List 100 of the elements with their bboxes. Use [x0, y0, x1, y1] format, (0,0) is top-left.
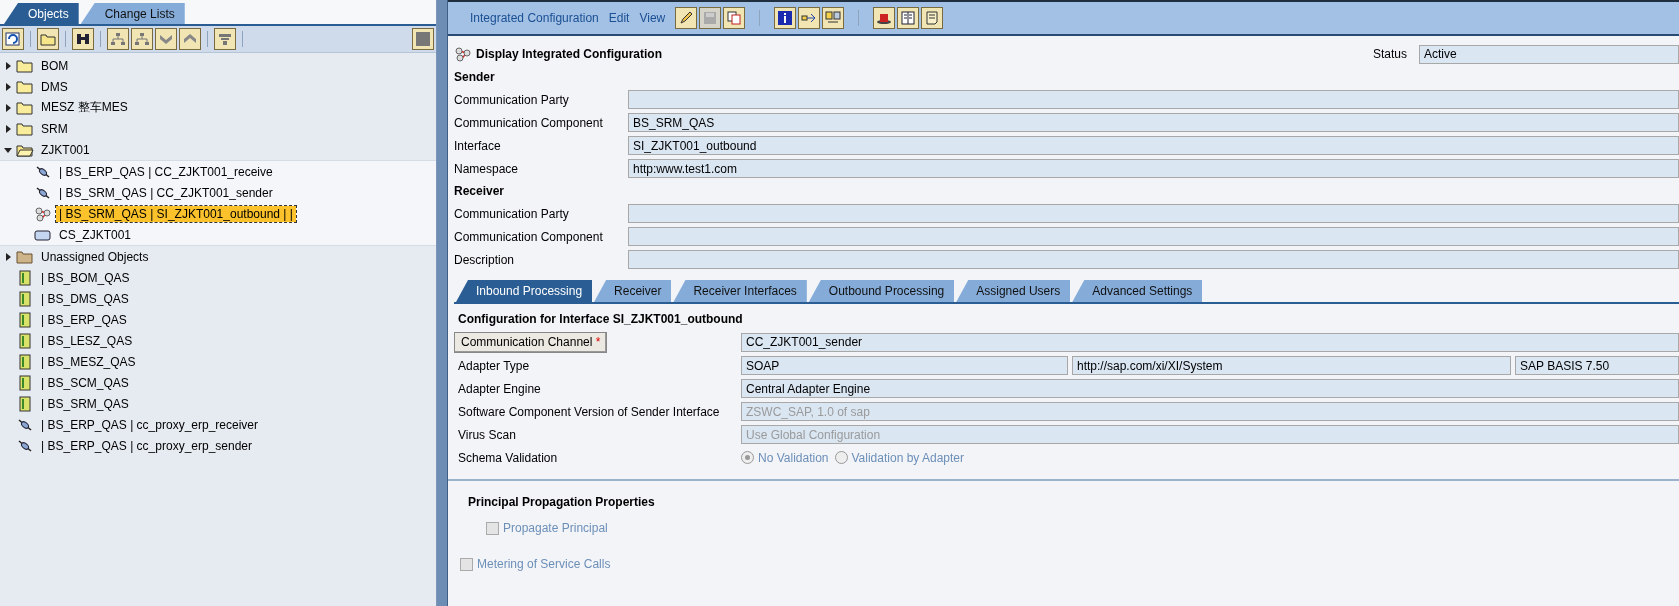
- field-label: Schema Validation: [457, 450, 559, 465]
- tab[interactable]: Inbound Processing: [456, 280, 593, 302]
- caret-right-icon[interactable]: [4, 82, 12, 91]
- field-label: Status: [1372, 47, 1407, 61]
- toolbar-button[interactable]: [72, 28, 94, 50]
- text-field[interactable]: [628, 250, 1679, 269]
- field-label: Adapter Type: [457, 358, 531, 373]
- text-field[interactable]: BS_SRM_QAS: [628, 113, 1679, 132]
- tree-item[interactable]: ZJKT001: [38, 141, 93, 158]
- field-label: Interface: [454, 138, 502, 153]
- field-label: Communication Component: [454, 115, 604, 130]
- menu-item[interactable]: Edit: [608, 11, 630, 25]
- checkbox-label: Metering of Service Calls: [477, 557, 611, 571]
- folder-icon: [16, 57, 34, 74]
- scroll-icon: [924, 10, 941, 26]
- field-label: Communication Component: [454, 229, 604, 244]
- folder-icon: [40, 31, 56, 47]
- field-label: Communication Party: [454, 92, 570, 107]
- stop-button[interactable]: [412, 28, 434, 50]
- filter-icon: [217, 31, 233, 47]
- linked-spheres-icon: [454, 46, 472, 62]
- hierarchy-icon: [134, 31, 150, 47]
- text-field[interactable]: [628, 90, 1679, 109]
- toolbar-button[interactable]: [774, 7, 797, 29]
- panel-tab[interactable]: Change Lists: [80, 3, 185, 24]
- menu-item[interactable]: Integrated Configuration: [470, 11, 599, 25]
- caret-right-icon[interactable]: [4, 103, 12, 112]
- server-icon: [16, 395, 34, 412]
- server-icon: [16, 374, 34, 391]
- plug-icon: [34, 163, 52, 180]
- tree-item[interactable]: | BS_ERP_QAS | CC_ZJKT001_receive: [56, 163, 276, 180]
- radio-label: No Validation: [758, 450, 829, 465]
- refresh-icon: [5, 31, 21, 47]
- field-label: Communication Party: [454, 206, 570, 221]
- toolbar-button[interactable]: [798, 7, 821, 29]
- status-field: Active: [1419, 44, 1679, 64]
- server-icon: [16, 290, 34, 307]
- field-label: Description: [454, 252, 516, 267]
- text-field[interactable]: http:www.test1.com: [628, 159, 1679, 178]
- page-title: Display Integrated Configuration: [476, 47, 662, 61]
- text-field[interactable]: CC_ZJKT001_sender: [741, 332, 1679, 352]
- tree-item[interactable]: | BS_SCM_QAS: [38, 374, 132, 391]
- text-field[interactable]: SAP BASIS 7.50: [1515, 356, 1679, 375]
- compare-icon: [825, 10, 842, 26]
- tree-item[interactable]: CS_ZJKT001: [56, 226, 135, 243]
- plug-icon: [34, 184, 52, 201]
- square-icon: [416, 32, 430, 46]
- text-field[interactable]: http://sap.com/xi/XI/System: [1072, 356, 1511, 375]
- info-icon: [777, 10, 794, 26]
- toolbar-button[interactable]: [2, 28, 24, 50]
- section-heading: Sender: [454, 69, 496, 86]
- checkbox-label: Propagate Principal: [503, 521, 608, 535]
- server-icon: [16, 332, 34, 349]
- panel-tab[interactable]: Objects: [4, 3, 79, 24]
- folder-icon: [16, 78, 34, 95]
- tab[interactable]: Receiver: [594, 280, 672, 302]
- tree-item[interactable]: SRM: [38, 120, 71, 137]
- caret-down-icon[interactable]: [4, 145, 12, 154]
- tree-item[interactable]: | BS_SRM_QAS | SI_ZJKT001_outbound | |: [56, 205, 296, 222]
- section-heading: Configuration for Interface SI_ZJKT001_outbound: [457, 311, 744, 328]
- tree-item[interactable]: | BS_ERP_QAS | cc_proxy_erp_receiver: [38, 416, 261, 433]
- text-field[interactable]: SI_ZJKT001_outbound: [628, 136, 1679, 155]
- toolbar-button[interactable]: [675, 7, 698, 29]
- pencil-icon: [678, 10, 695, 26]
- text-field[interactable]: [628, 227, 1679, 246]
- field-label: Virus Scan: [457, 427, 517, 442]
- tree-item[interactable]: DMS: [38, 78, 71, 95]
- toolbar-button[interactable]: [873, 7, 896, 29]
- linked-spheres-icon: [34, 205, 52, 222]
- section-heading: Receiver: [454, 183, 506, 200]
- book-icon: [900, 10, 917, 26]
- text-field[interactable]: [628, 204, 1679, 223]
- text-field[interactable]: Central Adapter Engine: [741, 379, 1679, 398]
- tree-item[interactable]: | BS_BOM_QAS: [38, 269, 133, 286]
- menu-item[interactable]: View: [639, 11, 666, 25]
- tab[interactable]: Outbound Processing: [808, 280, 955, 302]
- tree-item[interactable]: | BS_DMS_QAS: [38, 290, 132, 307]
- tree-item[interactable]: | BS_SRM_QAS | CC_ZJKT001_sender: [56, 184, 276, 201]
- tree-item[interactable]: | BS_LESZ_QAS: [38, 332, 136, 349]
- tree-item[interactable]: BOM: [38, 57, 72, 74]
- tree-item[interactable]: | BS_ERP_QAS: [38, 311, 130, 328]
- tab[interactable]: Receiver Interfaces: [673, 280, 807, 302]
- caret-right-icon[interactable]: [4, 124, 12, 133]
- tree-item[interactable]: | BS_ERP_QAS | cc_proxy_erp_sender: [38, 437, 255, 454]
- tab[interactable]: Assigned Users: [956, 280, 1071, 302]
- server-icon: [16, 353, 34, 370]
- caret-right-icon[interactable]: [4, 61, 12, 70]
- communication-channel-button[interactable]: Communication Channel *: [454, 331, 608, 353]
- text-field[interactable]: SOAP: [741, 356, 1068, 375]
- tree-item[interactable]: | BS_MESZ_QAS: [38, 353, 139, 370]
- radio-label: Validation by Adapter: [851, 450, 965, 465]
- tree-item[interactable]: MESZ 整车MES: [38, 98, 131, 117]
- hierarchy-icon: [110, 31, 126, 47]
- field-label: Namespace: [454, 161, 520, 176]
- folder-icon: [16, 99, 34, 116]
- folder-icon: [16, 248, 34, 265]
- tab[interactable]: Advanced Settings: [1072, 280, 1203, 302]
- tree-item[interactable]: | BS_SRM_QAS: [38, 395, 132, 412]
- tree-item[interactable]: Unassigned Objects: [38, 248, 152, 265]
- caret-right-icon[interactable]: [4, 252, 12, 261]
